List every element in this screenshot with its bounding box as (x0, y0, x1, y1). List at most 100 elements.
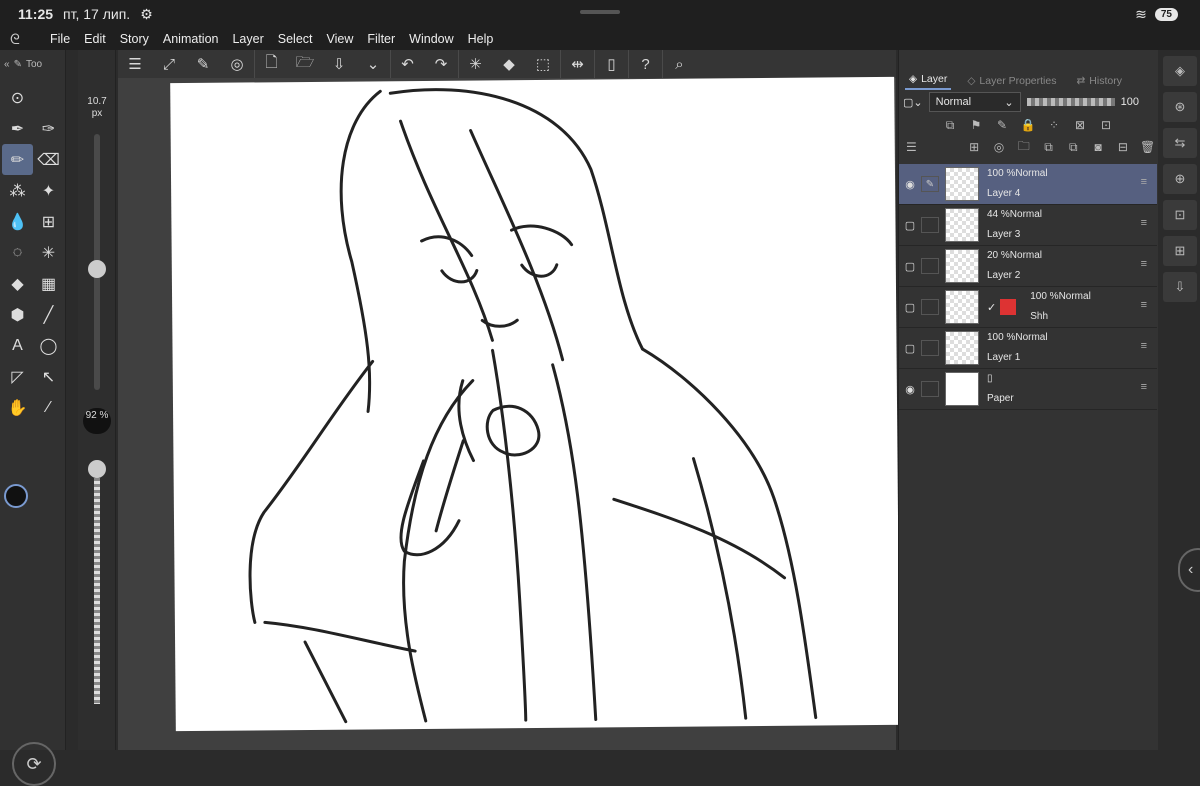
download-icon[interactable]: ⊙ (2, 82, 33, 113)
layer-lock-toggle[interactable] (921, 299, 939, 315)
new-vector-layer-icon[interactable]: ◎ (989, 140, 1010, 154)
pen-tool-icon[interactable]: ✒ (2, 113, 33, 144)
cube-icon[interactable]: ⬢ (2, 299, 33, 330)
lock-icon[interactable]: 🔒 (1017, 118, 1039, 132)
flip-icon[interactable]: ⇹ (560, 50, 594, 78)
sub-tool-icon[interactable]: ⊞ (1163, 236, 1197, 266)
visibility-eye-icon[interactable]: ◉ (899, 178, 921, 191)
brush-opacity-slider[interactable] (94, 478, 100, 704)
menu-help[interactable]: Help (468, 32, 494, 46)
visibility-toggle[interactable]: ▢ (899, 301, 921, 314)
frame-icon[interactable]: ◸ (2, 361, 33, 392)
help-icon[interactable]: ? (628, 50, 662, 78)
layer-search-icon[interactable]: ⊛ (1163, 92, 1197, 122)
balloon-icon[interactable]: ◯ (33, 330, 64, 361)
pencil-tool-icon[interactable]: ✏ (2, 144, 33, 175)
edit-icon[interactable]: ✎ (186, 50, 220, 78)
app-logo-icon[interactable]: ᘓ (10, 31, 36, 48)
import-icon[interactable]: ⇩ (1163, 272, 1197, 302)
layer-row[interactable]: ▢ ✓ 100 %Normal Shh ≡ (899, 287, 1157, 328)
tab-layer[interactable]: ◈ Layer (905, 70, 952, 90)
apply-mask-icon[interactable]: ⊟ (1112, 140, 1133, 154)
new-mask-icon[interactable]: ◙ (1088, 140, 1109, 154)
layer-drag-handle-icon[interactable]: ≡ (1141, 258, 1147, 270)
visibility-eye-icon[interactable]: ◉ (899, 383, 921, 396)
transform-icon[interactable]: ⬚ (526, 50, 560, 78)
chevron-down-icon[interactable]: ⌄ (356, 50, 390, 78)
eyedropper-icon[interactable]: ⁄ (33, 392, 64, 423)
layer-opacity-slider[interactable] (1026, 98, 1115, 106)
brush-opacity-handle[interactable] (88, 460, 106, 478)
drawing-canvas[interactable] (170, 76, 900, 732)
layer-opacity-value[interactable]: 100 (1121, 96, 1139, 108)
visibility-toggle[interactable]: ▢ (899, 260, 921, 273)
layer-lock-toggle[interactable] (921, 381, 939, 397)
eraser-icon[interactable]: ⌫ (33, 144, 64, 175)
new-file-icon[interactable]: 🗋 (254, 50, 288, 78)
layer-row[interactable]: ▢ 20 %Normal Layer 2 ≡ (899, 246, 1157, 287)
draft-icon[interactable]: ✎ (991, 118, 1013, 132)
menu-file[interactable]: File (50, 32, 70, 46)
magic-wand-icon[interactable]: ✳ (33, 237, 64, 268)
menu-animation[interactable]: Animation (163, 32, 219, 46)
gradient-icon[interactable]: ▦ (33, 268, 64, 299)
fullscreen-icon[interactable]: ⤢ (152, 50, 186, 78)
menu-filter[interactable]: Filter (367, 32, 395, 46)
reference-icon[interactable]: ⚑ (965, 118, 987, 132)
tab-history[interactable]: ⇄ History (1072, 72, 1125, 90)
layer-row[interactable]: ▢ 100 %Normal Layer 1 ≡ (899, 328, 1157, 369)
device-icon[interactable]: ▯ (594, 50, 628, 78)
rotate-icon[interactable]: ⟳ (12, 742, 56, 786)
redo-icon[interactable]: ↷ (424, 50, 458, 78)
clip-icon[interactable]: ⧉ (939, 118, 961, 133)
web-search-icon[interactable]: ⌕ (662, 50, 696, 78)
hamburger-menu-icon[interactable]: ☰ (118, 50, 152, 78)
edit-pen-icon[interactable]: ✎ (921, 176, 939, 192)
combine-icon[interactable]: ⧉ (1063, 140, 1084, 155)
menu-window[interactable]: Window (409, 32, 453, 46)
layer-drag-handle-icon[interactable]: ≡ (1141, 217, 1147, 229)
layer-lock-toggle[interactable] (921, 217, 939, 233)
color-swatch-icon[interactable]: ▢⌄ (903, 96, 923, 109)
layers-dock-icon[interactable]: ◈ (1163, 56, 1197, 86)
panel-menu-icon[interactable]: ☰ (901, 140, 922, 154)
sparkle-icon[interactable]: ✦ (33, 175, 64, 206)
layer-drag-handle-icon[interactable]: ≡ (1141, 340, 1147, 352)
loading-icon[interactable]: ✳ (458, 50, 492, 78)
fill-icon[interactable]: ◆ (492, 50, 526, 78)
menu-select[interactable]: Select (278, 32, 313, 46)
hand-icon[interactable]: ✋ (2, 392, 33, 423)
navigator-icon[interactable]: ⇆ (1163, 128, 1197, 158)
open-folder-icon[interactable]: 🗁 (288, 50, 322, 78)
line-icon[interactable]: ╱ (33, 299, 64, 330)
grid-icon[interactable]: ⊞ (33, 206, 64, 237)
settings-icon[interactable]: ⚙ (140, 6, 153, 23)
layer-row[interactable]: ▢ 44 %Normal Layer 3 ≡ (899, 205, 1157, 246)
menu-edit[interactable]: Edit (84, 32, 106, 46)
layer-drag-handle-icon[interactable]: ≡ (1141, 381, 1147, 393)
layer-row[interactable]: ◉ ▯ Paper ≡ (899, 369, 1157, 410)
save-icon[interactable]: ⇩ (322, 50, 356, 78)
material-icon[interactable]: ⊡ (1163, 200, 1197, 230)
visibility-toggle[interactable]: ▢ (899, 219, 921, 232)
tool-tab-label[interactable]: Too (26, 59, 42, 70)
mask-icon[interactable]: ⊠ (1069, 118, 1091, 132)
timeline-icon[interactable]: ⊕ (1163, 164, 1197, 194)
menu-view[interactable]: View (327, 32, 354, 46)
fill-tool-icon[interactable]: ◆ (2, 268, 33, 299)
select-arrow-icon[interactable]: ↖ (33, 361, 64, 392)
lock-transparency-icon[interactable]: ⁘ (1043, 118, 1065, 132)
menu-layer[interactable]: Layer (232, 32, 263, 46)
airbrush-icon[interactable]: ⁂ (2, 175, 33, 206)
new-folder-icon[interactable]: 🗀 (1013, 137, 1034, 158)
pen-nib-icon[interactable]: ✑ (33, 113, 64, 144)
menu-story[interactable]: Story (120, 32, 149, 46)
blend-icon[interactable]: 💧 (2, 206, 33, 237)
merge-icon[interactable]: ⧉ (1038, 140, 1059, 155)
text-icon[interactable]: A (2, 330, 33, 361)
brush-size-handle[interactable] (88, 260, 106, 278)
layer-lock-toggle[interactable] (921, 340, 939, 356)
tab-layer-properties[interactable]: ◇ Layer Properties (963, 72, 1060, 90)
blend-mode-select[interactable]: Normal ⌄ (928, 92, 1021, 112)
delete-icon[interactable]: 🗑 (1137, 140, 1158, 154)
